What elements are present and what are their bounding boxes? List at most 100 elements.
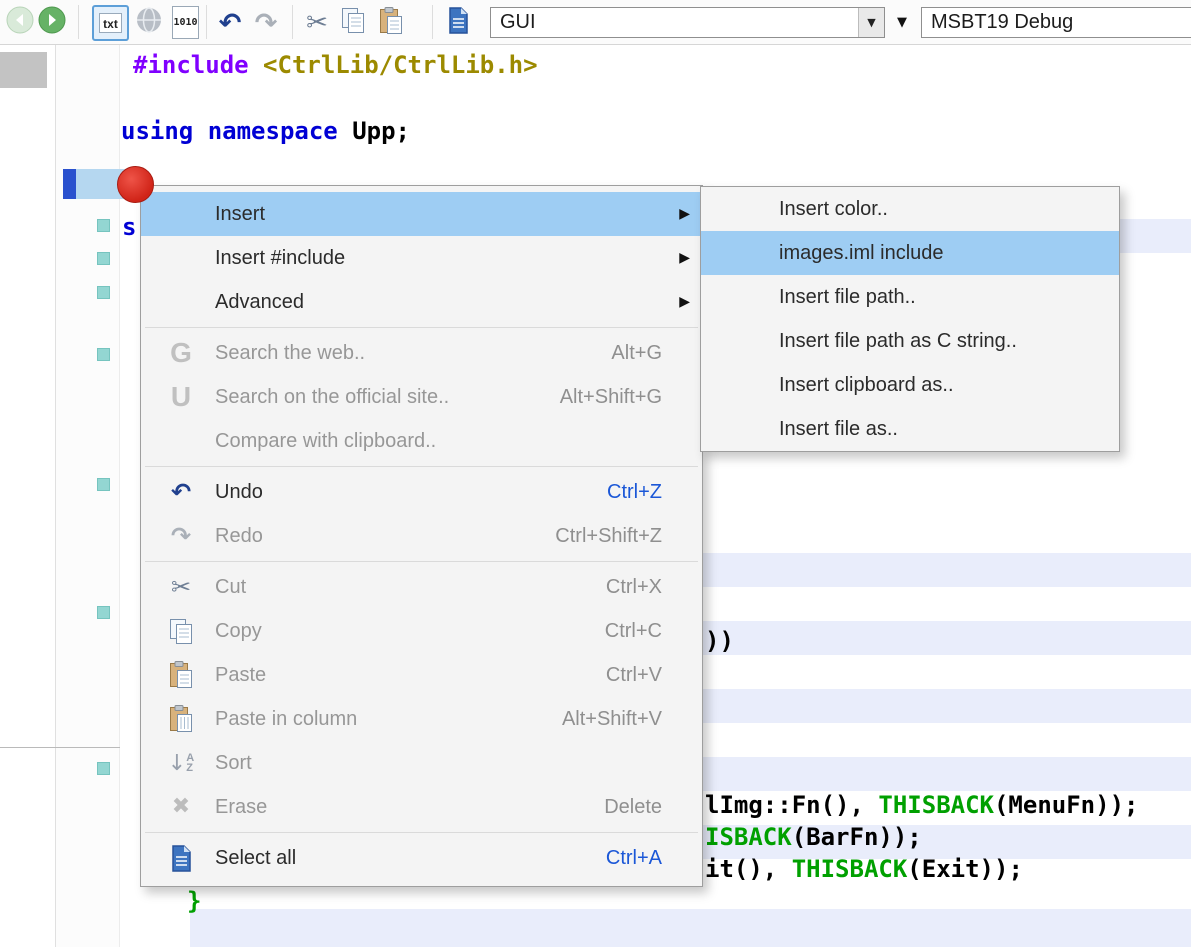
menu-item-label: Select all (215, 847, 296, 870)
menu-item-select-all[interactable]: Select all Ctrl+A (141, 836, 702, 880)
build-config-combo[interactable]: MSBT19 Debug (921, 7, 1191, 38)
navigate-back-button[interactable] (6, 8, 34, 36)
upp-icon: U (157, 381, 205, 413)
menu-item-paste-in-column[interactable]: Paste in column Alt+Shift+V (141, 697, 702, 741)
menu-shortcut: Ctrl+A (606, 847, 662, 870)
menu-item-label: Undo (215, 481, 263, 504)
theide-window: txt 1010 ↶ ↷ ✂ (0, 0, 1191, 947)
line-highlight-band (190, 909, 1191, 947)
code-frag-exit: it(), THISBACK(Exit)); (705, 854, 1023, 884)
edit-marker (97, 252, 110, 265)
chevron-down-icon[interactable]: ▼ (858, 8, 884, 37)
edit-marker (97, 762, 110, 775)
menu-shortcut: Alt+Shift+V (562, 708, 662, 731)
menu-item-sort[interactable]: ↓AZ Sort (141, 741, 702, 785)
cut-button[interactable]: ✂ (299, 6, 335, 40)
menu-item-insert-include[interactable]: Insert #include ▶ (141, 236, 702, 280)
menu-shortcut: Ctrl+V (606, 664, 662, 687)
selection-margin-bar (63, 169, 76, 199)
menu-item-insert-file-as[interactable]: Insert file as.. (701, 407, 1119, 451)
menu-item-label: Sort (215, 752, 252, 775)
menu-shortcut: Ctrl+C (605, 620, 662, 643)
menu-shortcut: Alt+G (611, 342, 662, 365)
toolbar-separator (78, 5, 79, 39)
edit-marker (97, 478, 110, 491)
menu-item-label: Insert clipboard as.. (779, 374, 954, 397)
edit-marker (97, 348, 110, 361)
menu-item-label: Paste (215, 664, 266, 687)
code-line-using: using namespace Upp; (121, 116, 410, 146)
menu-item-label: Redo (215, 525, 263, 548)
binary-mode-button[interactable]: 1010 (172, 6, 199, 39)
menu-separator (145, 561, 698, 562)
paste-button[interactable] (376, 7, 406, 39)
menu-item-compare-with-clipboard[interactable]: Compare with clipboard.. (141, 419, 702, 463)
edit-marker (97, 286, 110, 299)
sort-icon: ↓AZ (157, 751, 205, 776)
package-dropdown-button[interactable]: ▼ (888, 7, 916, 38)
package-list-selection[interactable] (0, 52, 47, 88)
navigate-forward-button[interactable] (38, 8, 66, 36)
menu-item-insert-color[interactable]: Insert color.. (701, 187, 1119, 231)
menu-item-erase[interactable]: ✖EraseDelete (141, 785, 702, 829)
doc-blue-icon (157, 845, 205, 872)
menu-shortcut: Ctrl+Z (607, 481, 662, 504)
paste-column-icon (157, 705, 205, 733)
menu-item-advanced[interactable]: Advanced▶ (141, 280, 702, 324)
chevron-down-icon: ▼ (897, 15, 907, 30)
menu-item-cut[interactable]: ✂CutCtrl+X (141, 565, 702, 609)
menu-item-paste[interactable]: Paste Ctrl+V (141, 653, 702, 697)
menu-item-undo[interactable]: ↶UndoCtrl+Z (141, 470, 702, 514)
browse-mode-button[interactable] (134, 7, 164, 37)
file-document-button[interactable] (444, 7, 472, 39)
menu-item-label: Insert #include (215, 247, 345, 270)
menu-item-label: Cut (215, 576, 246, 599)
undo-icon: ↶ (219, 10, 242, 37)
redo-button[interactable]: ↷ (249, 6, 283, 40)
menu-item-search-on-the-official-site[interactable]: USearch on the official site..Alt+Shift+… (141, 375, 702, 419)
copy-button[interactable] (338, 8, 368, 38)
redo-icon: ↷ (157, 524, 205, 548)
menu-item-insert-clipboard-as[interactable]: Insert clipboard as.. (701, 363, 1119, 407)
menu-separator (145, 327, 698, 328)
copy-icon (157, 618, 205, 645)
text-mode-button[interactable]: txt (92, 5, 129, 41)
paste-icon (157, 661, 205, 689)
menu-item-redo[interactable]: ↷ Redo Ctrl+Shift+Z (141, 514, 702, 558)
menu-item-label: Insert (215, 203, 265, 226)
arrow-right-icon (38, 6, 66, 39)
menu-item-label: Advanced (215, 291, 304, 314)
redo-icon: ↷ (255, 10, 278, 37)
menu-item-insert-file-path[interactable]: Insert file path.. (701, 275, 1119, 319)
google-icon: G (157, 337, 205, 369)
insert-submenu: Insert color.. images.iml include Insert f… (700, 186, 1120, 452)
menu-item-label: Insert file as.. (779, 418, 898, 441)
menu-item-search-the-web[interactable]: GSearch the web..Alt+G (141, 331, 702, 375)
menu-item-label: Paste in column (215, 708, 357, 731)
txt-icon: txt (99, 13, 122, 33)
menu-item-insert[interactable]: Insert▶ (141, 192, 702, 236)
menu-shortcut: Ctrl+X (606, 576, 662, 599)
code-frag-brace: } (187, 886, 201, 916)
menu-shortcut: Alt+Shift+G (560, 386, 662, 409)
menu-item-label: Insert file path.. (779, 286, 916, 309)
panel-splitter[interactable] (0, 747, 120, 748)
menu-item-insert-file-path-as-c-string[interactable]: Insert file path as C string.. (701, 319, 1119, 363)
breakpoint-marker[interactable] (117, 166, 154, 203)
menu-item-images-iml-include[interactable]: images.iml include (701, 231, 1119, 275)
code-frag-barfn: ISBACK(BarFn)); (705, 822, 922, 852)
menu-item-label: images.iml include (779, 242, 944, 265)
build-method-combo[interactable]: GUI ▼ (490, 7, 885, 38)
menu-shortcut: Ctrl+Shift+Z (555, 525, 662, 548)
menu-item-copy[interactable]: CopyCtrl+C (141, 609, 702, 653)
binary-icon: 1010 (173, 17, 197, 28)
menu-item-label: Insert color.. (779, 198, 888, 221)
main-toolbar: txt 1010 ↶ ↷ ✂ (0, 0, 1191, 45)
scissors-icon: ✂ (306, 10, 328, 36)
toolbar-separator (206, 5, 207, 39)
menu-shortcut: Delete (604, 796, 662, 819)
submenu-arrow-icon: ▶ (679, 250, 690, 266)
workspace-panel (0, 45, 56, 947)
undo-button[interactable]: ↶ (213, 6, 247, 40)
menu-separator (145, 466, 698, 467)
